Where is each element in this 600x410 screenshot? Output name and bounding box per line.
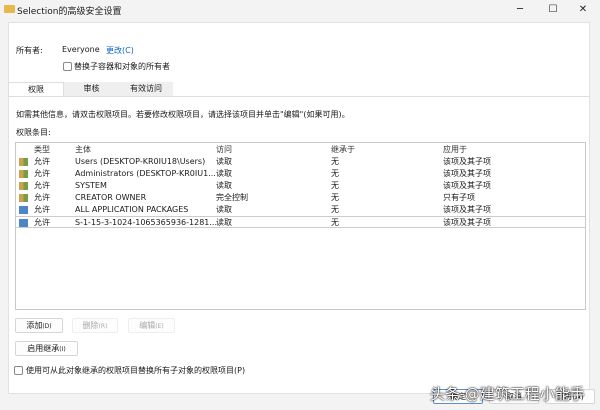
app-packages-icon [19, 219, 28, 227]
row-type: 允许 [34, 157, 50, 166]
add-key: (D) [42, 323, 52, 330]
replace-child-permissions-checkbox[interactable] [14, 366, 23, 375]
column-applies[interactable]: 应用于 [443, 144, 467, 156]
row-principal: ALL APPLICATION PACKAGES [75, 205, 189, 214]
user-group-icon [19, 158, 28, 166]
replace-child-permissions-label: 使用可从此对象继承的权限项目替换所有子对象的权限项目(P) [26, 366, 246, 375]
edit-button[interactable]: 编辑(E) [128, 318, 175, 333]
enable-inheritance-button[interactable]: 启用继承(I) [15, 341, 78, 356]
column-principal[interactable]: 主体 [75, 144, 91, 156]
row-access: 完全控制 [216, 193, 248, 202]
tab-auditing[interactable]: 审核 [64, 82, 119, 96]
table-row[interactable]: 允许 S-1-15-3-1024-1065365936-1281... 读取 无… [16, 216, 585, 228]
row-type: 允许 [34, 205, 50, 214]
row-principal: SYSTEM [75, 181, 107, 190]
tab-effective-access[interactable]: 有效访问 [119, 82, 173, 96]
enable-inheritance-key: (I) [59, 346, 66, 353]
tab-permissions[interactable]: 权限 [8, 82, 64, 96]
enable-inheritance-label: 启用继承 [27, 344, 60, 353]
remove-key: (R) [98, 323, 108, 330]
permission-entries-list[interactable]: 类型 主体 访问 继承于 应用于 允许 Users (DESKTOP-KR0IU… [15, 142, 586, 310]
row-inherited: 无 [331, 218, 339, 227]
row-applies: 该项及其子项 [443, 169, 491, 178]
entries-label: 权限条目: [16, 128, 51, 137]
change-owner-link[interactable]: 更改(C) [106, 45, 134, 56]
table-row[interactable]: 允许 Users (DESKTOP-KR0IU18\Users) 读取 无 该项… [16, 156, 585, 168]
row-principal: S-1-15-3-1024-1065365936-1281... [75, 218, 218, 227]
column-inherited[interactable]: 继承于 [331, 144, 355, 156]
remove-label: 删除 [82, 321, 99, 330]
row-access: 读取 [216, 218, 232, 227]
row-inherited: 无 [331, 205, 339, 214]
table-row[interactable]: 允许 Administrators (DESKTOP-KR0IU1... 读取 … [16, 168, 585, 180]
close-button[interactable]: ✕ [568, 2, 598, 18]
maximize-button[interactable]: ☐ [538, 2, 568, 18]
column-type[interactable]: 类型 [34, 144, 50, 156]
row-inherited: 无 [331, 193, 339, 202]
row-type: 允许 [34, 169, 50, 178]
add-label: 添加 [26, 321, 43, 330]
replace-owner-checkbox[interactable] [63, 62, 72, 71]
row-principal: Administrators (DESKTOP-KR0IU1... [75, 169, 216, 178]
description-text: 如需其他信息，请双击权限项目。若要修改权限项目，请选择该项目并单击"编辑"(如果… [16, 110, 350, 119]
row-type: 允许 [34, 218, 50, 227]
row-type: 允许 [34, 181, 50, 190]
watermark: 头条 @建筑工程小能手 [430, 385, 585, 403]
owner-label: 所有者: [16, 46, 43, 55]
table-row[interactable]: 允许 CREATOR OWNER 完全控制 无 只有子项 [16, 192, 585, 204]
row-inherited: 无 [331, 181, 339, 190]
app-packages-icon [19, 206, 28, 214]
row-applies: 只有子项 [443, 193, 475, 202]
row-access: 读取 [216, 205, 232, 214]
row-access: 读取 [216, 169, 232, 178]
replace-owner-label: 替换子容器和对象的所有者 [74, 62, 170, 71]
edit-key: (E) [155, 323, 164, 330]
user-group-icon [19, 194, 28, 202]
remove-button[interactable]: 删除(R) [72, 318, 118, 333]
list-header: 类型 主体 访问 继承于 应用于 [16, 144, 585, 156]
owner-value: Everyone [62, 45, 100, 54]
row-inherited: 无 [331, 169, 339, 178]
table-row[interactable]: 允许 SYSTEM 读取 无 该项及其子项 [16, 180, 585, 192]
title-bar: Selection的高级安全设置 ─ ☐ ✕ [0, 0, 600, 22]
row-type: 允许 [34, 193, 50, 202]
user-group-icon [19, 182, 28, 190]
row-principal: Users (DESKTOP-KR0IU18\Users) [75, 157, 206, 166]
tab-divider [8, 96, 590, 97]
column-access[interactable]: 访问 [216, 144, 232, 156]
add-button[interactable]: 添加(D) [15, 318, 63, 333]
row-applies: 该项及其子项 [443, 157, 491, 166]
edit-label: 编辑 [139, 321, 156, 330]
window-title: Selection的高级安全设置 [17, 7, 122, 17]
row-principal: CREATOR OWNER [75, 193, 147, 202]
user-group-icon [19, 170, 28, 178]
row-access: 读取 [216, 181, 232, 190]
folder-icon [4, 5, 15, 13]
row-applies: 该项及其子项 [443, 218, 491, 227]
table-row[interactable]: 允许 ALL APPLICATION PACKAGES 读取 无 该项及其子项 [16, 204, 585, 216]
row-applies: 该项及其子项 [443, 205, 491, 214]
row-inherited: 无 [331, 157, 339, 166]
minimize-button[interactable]: ─ [505, 2, 535, 18]
row-access: 读取 [216, 157, 232, 166]
row-applies: 该项及其子项 [443, 181, 491, 190]
